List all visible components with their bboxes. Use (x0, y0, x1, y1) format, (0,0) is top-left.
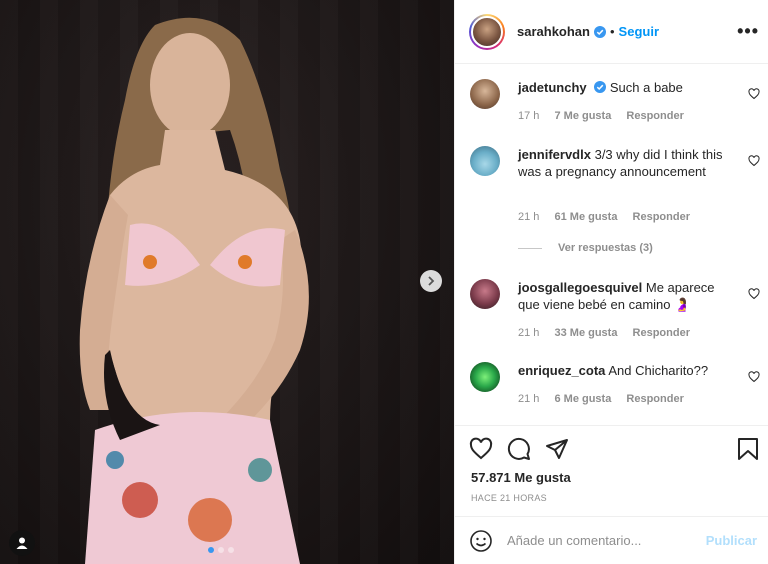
comment-like-icon[interactable] (748, 155, 760, 167)
next-photo-button[interactable] (420, 270, 442, 292)
carousel-dot (218, 547, 224, 553)
share-icon[interactable] (545, 437, 569, 461)
post-actions: 57.871 Me gusta HACE 21 HORAS (455, 425, 768, 515)
comment-text-block: jennifervdlx 3/3 why did I think this wa… (518, 146, 730, 180)
comment-composer: Añade un comentario... Publicar (455, 516, 768, 564)
commenter-avatar[interactable] (470, 279, 500, 309)
comment-like-icon[interactable] (748, 371, 760, 383)
comment-text-block: enriquez_cota And Chicharito?? (518, 362, 730, 379)
heart-icon[interactable] (469, 437, 493, 461)
comment-text-block: jadetunchy Such a babe (518, 79, 730, 96)
commenter-username[interactable]: enriquez_cota (518, 363, 605, 378)
user-tag-icon (16, 537, 28, 549)
commenter-avatar[interactable] (470, 79, 500, 109)
reply-button[interactable]: Responder (626, 110, 683, 122)
likes-count[interactable]: 57.871 Me gusta (471, 470, 571, 485)
comment-icon[interactable] (507, 437, 531, 461)
verified-icon (593, 25, 606, 38)
verified-icon (594, 81, 607, 93)
action-icons (469, 437, 569, 461)
carousel-dot (228, 547, 234, 553)
commenter-username[interactable]: jadetunchy (518, 80, 587, 95)
commenter-avatar[interactable] (470, 146, 500, 176)
comment-time: 21 h (518, 327, 540, 339)
comment-likes[interactable]: 61 Me gusta (554, 211, 617, 223)
comment-likes[interactable]: 7 Me gusta (554, 110, 611, 122)
author-avatar[interactable] (469, 13, 505, 50)
comment-meta: 21 h 33 Me gusta Responder (518, 327, 702, 339)
author-username[interactable]: sarahkohan (517, 24, 590, 39)
pregnant-emoji-icon: 🤰 (674, 297, 691, 312)
publish-button[interactable]: Publicar (706, 533, 757, 548)
photo-subject (79, 17, 309, 564)
comment-time: 21 h (518, 211, 540, 223)
view-replies-label: Ver respuestas (3) (558, 242, 653, 254)
more-icon[interactable]: ••• (737, 22, 759, 40)
commenter-username[interactable]: joosgallegoesquivel (518, 280, 642, 295)
comment-meta: 21 h 6 Me gusta Responder (518, 393, 696, 405)
comment-meta: 17 h 7 Me gusta Responder (518, 110, 696, 122)
comment-likes[interactable]: 6 Me gusta (554, 393, 611, 405)
comment-time: 21 h (518, 393, 540, 405)
chevron-right-icon (428, 276, 435, 286)
follow-button[interactable]: Seguir (619, 24, 659, 39)
view-replies-button[interactable]: Ver respuestas (3) (518, 242, 653, 254)
comments-list: jadetunchy Such a babe 17 h 7 Me gusta R… (455, 65, 768, 425)
bookmark-icon (738, 438, 758, 460)
post-photo[interactable] (0, 0, 454, 564)
emoji-icon[interactable] (469, 529, 493, 553)
comment-like-icon[interactable] (748, 88, 760, 100)
post-timestamp: HACE 21 HORAS (471, 493, 547, 503)
user-tag-button[interactable] (9, 530, 35, 556)
reply-button[interactable]: Responder (626, 393, 683, 405)
post-header: sarahkohan • Seguir ••• (455, 0, 768, 64)
comment-input[interactable]: Añade un comentario... (507, 533, 706, 548)
commenter-avatar[interactable] (470, 362, 500, 392)
comment-likes[interactable]: 33 Me gusta (554, 327, 617, 339)
carousel-dot (208, 547, 214, 553)
commenter-username[interactable]: jennifervdlx (518, 147, 591, 162)
comment-meta: 21 h 61 Me gusta Responder (518, 211, 702, 223)
carousel-indicator (208, 547, 234, 553)
post-sidebar: sarahkohan • Seguir ••• jadetunchy Such … (454, 0, 768, 564)
comment-text-block: joosgallegoesquivel Me aparece que viene… (518, 279, 730, 313)
comment-text: And Chicharito?? (608, 363, 709, 378)
save-button[interactable] (737, 437, 759, 461)
separator-dot: • (609, 24, 615, 39)
comment-like-icon[interactable] (748, 288, 760, 300)
reply-button[interactable]: Responder (633, 211, 690, 223)
comment-text: Such a babe (609, 80, 683, 95)
reply-button[interactable]: Responder (633, 327, 690, 339)
replies-divider (518, 247, 542, 249)
comment-time: 17 h (518, 110, 540, 122)
